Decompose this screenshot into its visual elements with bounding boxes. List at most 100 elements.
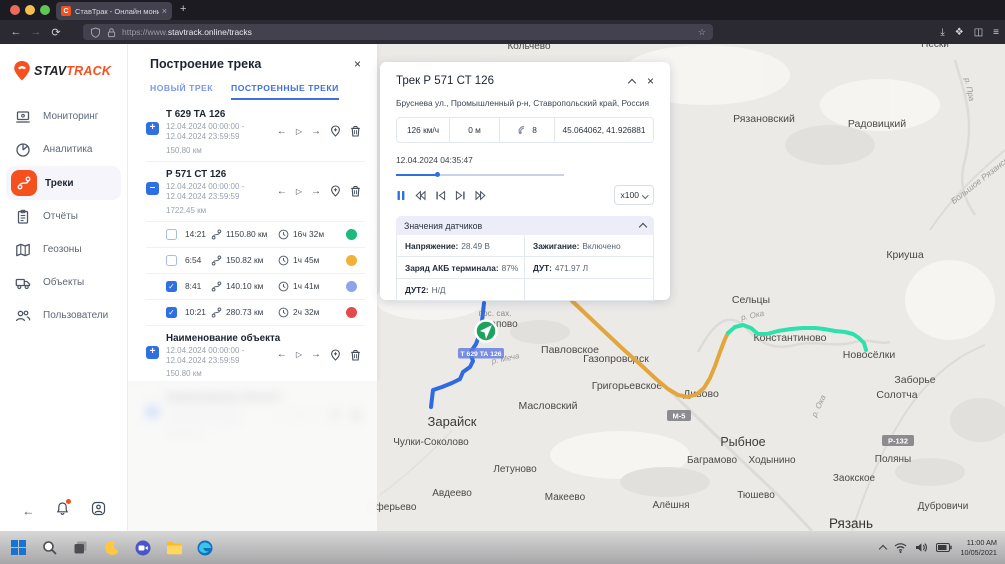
forward-button[interactable]: → [26,26,46,38]
brand-logo[interactable]: STAVTRACK [0,44,127,82]
window-close-button[interactable] [10,5,20,15]
satellites-value: 8 [532,125,537,135]
start-button[interactable] [10,539,27,556]
battery-icon[interactable] [936,543,952,552]
shield-icon[interactable] [90,27,101,38]
sidebar-item-objects[interactable]: Объекты [0,266,127,299]
url-bar[interactable]: https://www.stavtrack.online/tracks ☆ [83,24,713,40]
segment-color-dot[interactable] [346,307,357,318]
tray-expand-icon[interactable] [879,545,887,553]
tab-built-tracks[interactable]: ПОСТРОЕННЫЕ ТРЕКИ [231,83,339,100]
details-title: Трек Р 571 СТ 126 [396,75,629,87]
jump-start-icon[interactable]: ← [277,349,287,360]
segment-color-dot[interactable] [346,281,357,292]
jump-end-icon[interactable]: → [311,349,321,360]
sidebar-item-users[interactable]: Пользователи [0,299,127,332]
play-track-icon[interactable]: ▷ [296,127,302,136]
track-name: Т 629 ТА 126 [166,109,286,120]
task-view-icon[interactable] [72,539,89,556]
track-expand-button[interactable]: + [146,346,159,359]
sidebar-item-analytics[interactable]: Аналитика [0,133,127,166]
svg-text:Т 629 ТА 126: Т 629 ТА 126 [460,351,501,358]
locate-track-icon[interactable] [330,185,341,197]
track-expand-button[interactable]: – [146,182,159,195]
delete-track-icon[interactable] [350,185,361,197]
map-label: Новосёлки [843,349,896,361]
sidebar-item-monitoring[interactable]: Мониторинг [0,100,127,133]
segment-color-dot[interactable] [346,255,357,266]
skip-previous-button[interactable] [435,190,446,201]
play-track-icon[interactable]: ▷ [296,350,302,359]
fast-rewind-button[interactable] [415,190,426,201]
details-close-icon[interactable]: × [647,74,654,88]
collapse-sidebar-icon[interactable]: ← [22,504,34,518]
moon-app-icon[interactable] [103,539,120,556]
road-badge: Р-132 [882,435,914,446]
segment-checkbox[interactable] [166,229,177,240]
jump-start-icon[interactable]: ← [277,126,287,137]
reload-button[interactable]: ⟳ [46,26,66,39]
downloads-icon[interactable]: ⤓ [940,27,944,38]
tab-close-icon[interactable]: × [162,6,167,16]
page-content: КольчевоПескиРязановскийРадовицкийр. Пра… [0,44,1005,531]
new-tab-button[interactable]: + [180,3,186,15]
sidebar-item-reports[interactable]: Отчёты [0,200,127,233]
browser-tab[interactable]: С СтавТрак - Онлайн мониторинг × [56,2,172,20]
segment-checkbox[interactable]: ✓ [166,281,177,292]
slider-knob[interactable] [435,172,440,177]
extensions-icon[interactable]: ❖ [955,27,964,38]
brand-pin-icon [12,60,32,82]
menu-icon[interactable]: ≡ [993,27,999,38]
locate-track-icon[interactable] [330,349,341,361]
sidebar-item-geozones[interactable]: Геозоны [0,233,127,266]
track-expand-button[interactable]: + [146,122,159,135]
delete-track-icon[interactable] [350,349,361,361]
pause-button[interactable] [396,190,406,201]
route-icon [211,281,222,292]
jump-end-icon[interactable]: → [311,186,321,197]
video-chat-app-icon[interactable] [134,539,151,556]
segment-checkbox[interactable]: ✓ [166,307,177,318]
locate-track-icon[interactable] [330,125,341,137]
profile-icon[interactable] [91,501,106,521]
tab-new-track[interactable]: НОВЫЙ ТРЕК [150,83,213,100]
wifi-icon[interactable] [894,542,907,553]
collapse-panel-icon[interactable] [628,78,636,86]
bookmark-star-icon[interactable]: ☆ [698,27,706,38]
sidebar-item-tracks[interactable]: Треки [6,166,121,200]
jump-end-icon[interactable]: → [311,126,321,137]
map-label: Сельцы [732,294,770,306]
geozones-icon [14,241,31,258]
delete-track-icon[interactable] [350,125,361,137]
speed-value: 126 км/ч [397,118,450,142]
tray-clock[interactable]: 11:00 AM 10/05/2021 [960,538,997,558]
fast-forward-button[interactable] [475,190,486,201]
back-button[interactable]: ← [6,26,26,38]
window-zoom-button[interactable] [40,5,50,15]
edge-browser-icon[interactable] [196,539,213,556]
volume-icon[interactable] [915,542,928,553]
users-icon [14,307,31,324]
panel-close-icon[interactable]: × [354,57,361,71]
segment-color-dot[interactable] [346,229,357,240]
map-label: Поляны [875,454,912,465]
file-explorer-icon[interactable] [165,539,182,556]
skip-next-button[interactable] [455,190,466,201]
segment-checkbox[interactable] [166,255,177,266]
segment-time: 14:21 [185,229,211,239]
sensor-cell: ДУТ2:Н/Д [397,279,525,300]
window-minimize-button[interactable] [25,5,35,15]
map-label: Заборье [894,374,935,386]
playback-slider[interactable] [396,172,564,177]
play-track-icon[interactable]: ▷ [296,187,302,196]
sensors-collapse-icon[interactable] [639,223,647,231]
map-label: Григорьевское [592,380,663,392]
sensors-header[interactable]: Значения датчиков [396,216,654,235]
vehicle-marker[interactable] [476,321,497,342]
jump-start-icon[interactable]: ← [277,186,287,197]
lock-icon[interactable] [106,27,117,38]
sidebar-toggle-icon[interactable]: ◫ [974,27,983,38]
search-icon[interactable] [41,539,58,556]
notifications-bell-icon[interactable] [55,501,70,521]
playback-speed-select[interactable]: x100 [614,185,654,205]
